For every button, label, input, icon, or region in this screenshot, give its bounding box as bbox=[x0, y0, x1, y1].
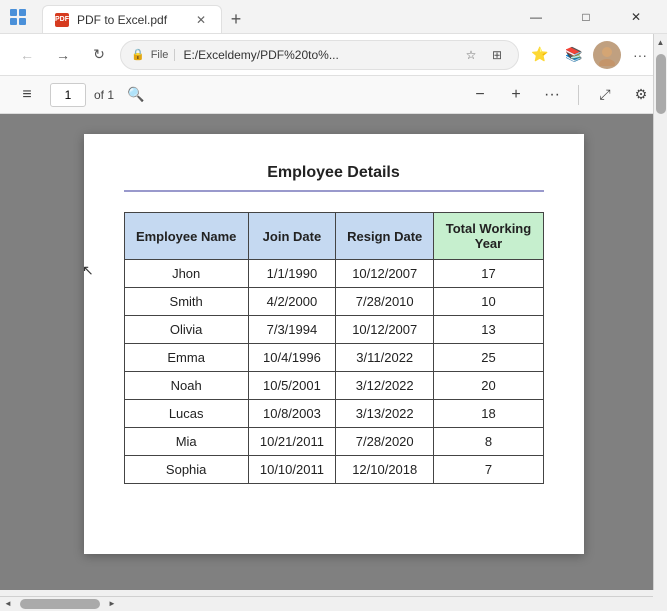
col-header-resign: Resign Date bbox=[336, 213, 434, 260]
cell-name-4: Noah bbox=[124, 372, 248, 400]
cell-join-5: 10/8/2003 bbox=[248, 400, 335, 428]
cell-join-1: 4/2/2000 bbox=[248, 288, 335, 316]
collection-icon[interactable]: ⊞ bbox=[486, 44, 508, 66]
cell-name-6: Mia bbox=[124, 428, 248, 456]
table-row: Smith4/2/20007/28/201010 bbox=[124, 288, 543, 316]
cell-years-2: 13 bbox=[434, 316, 543, 344]
minimize-button[interactable]: — bbox=[513, 0, 559, 34]
refresh-button[interactable]: ↻ bbox=[84, 40, 114, 70]
protocol-label: File bbox=[151, 49, 176, 61]
address-url: E:/Exceldemy/PDF%20to%... bbox=[183, 48, 454, 62]
address-bar[interactable]: 🔒 File E:/Exceldemy/PDF%20to%... ☆ ⊞ bbox=[120, 40, 519, 70]
maximize-button[interactable]: □ bbox=[563, 0, 609, 34]
window-controls-right: — □ ✕ bbox=[513, 0, 659, 34]
scrollbar-right[interactable]: ▲ bbox=[653, 34, 667, 590]
scroll-left-arrow[interactable]: ◄ bbox=[0, 597, 16, 611]
cell-resign-0: 10/12/2007 bbox=[336, 260, 434, 288]
pdf-page: Employee Details Employee Name Join Date… bbox=[84, 134, 584, 554]
page-total-label: of 1 bbox=[94, 88, 114, 102]
cell-join-2: 7/3/1994 bbox=[248, 316, 335, 344]
cell-years-6: 8 bbox=[434, 428, 543, 456]
profile-button[interactable] bbox=[593, 41, 621, 69]
zoom-in-button[interactable]: + bbox=[502, 81, 530, 109]
zoom-out-button[interactable]: − bbox=[466, 81, 494, 109]
cell-resign-7: 12/10/2018 bbox=[336, 456, 434, 484]
browser-icon bbox=[8, 7, 28, 27]
pdf-settings-button[interactable]: ⚙ bbox=[627, 81, 655, 109]
table-row: Lucas10/8/20033/13/202218 bbox=[124, 400, 543, 428]
cell-name-0: Jhon bbox=[124, 260, 248, 288]
cell-years-5: 18 bbox=[434, 400, 543, 428]
active-tab[interactable]: PDF PDF to Excel.pdf ✕ bbox=[42, 5, 222, 33]
pdf-tab-icon: PDF bbox=[55, 13, 69, 27]
scrollbar-bottom[interactable]: ◄ ► bbox=[0, 596, 653, 610]
pdf-expand-button[interactable]: ⤢ bbox=[591, 81, 619, 109]
nav-extra: ⭐ 📚 ··· bbox=[525, 40, 655, 70]
cell-name-2: Olivia bbox=[124, 316, 248, 344]
cell-name-3: Emma bbox=[124, 344, 248, 372]
cell-resign-5: 3/13/2022 bbox=[336, 400, 434, 428]
lock-icon: 🔒 bbox=[131, 48, 145, 61]
cell-join-0: 1/1/1990 bbox=[248, 260, 335, 288]
cell-join-4: 10/5/2001 bbox=[248, 372, 335, 400]
scroll-up-arrow[interactable]: ▲ bbox=[654, 34, 667, 50]
cell-years-7: 7 bbox=[434, 456, 543, 484]
scroll-right-arrow[interactable]: ► bbox=[104, 597, 120, 611]
scroll-thumb[interactable] bbox=[656, 54, 666, 114]
pdf-more-options-button[interactable]: ··· bbox=[538, 81, 566, 109]
forward-button[interactable]: → bbox=[48, 40, 78, 70]
cell-join-6: 10/21/2011 bbox=[248, 428, 335, 456]
table-header-row: Employee Name Join Date Resign Date Tota… bbox=[124, 213, 543, 260]
window-controls-left bbox=[8, 7, 34, 27]
cell-years-4: 20 bbox=[434, 372, 543, 400]
page-number-input[interactable] bbox=[50, 83, 86, 107]
cell-resign-4: 3/12/2022 bbox=[336, 372, 434, 400]
cell-resign-2: 10/12/2007 bbox=[336, 316, 434, 344]
cell-resign-6: 7/28/2020 bbox=[336, 428, 434, 456]
close-button[interactable]: ✕ bbox=[613, 0, 659, 34]
table-row: Sophia10/10/201112/10/20187 bbox=[124, 456, 543, 484]
col-header-name: Employee Name bbox=[124, 213, 248, 260]
cell-name-7: Sophia bbox=[124, 456, 248, 484]
cell-years-3: 25 bbox=[434, 344, 543, 372]
nav-bar: ← → ↻ 🔒 File E:/Exceldemy/PDF%20to%... ☆… bbox=[0, 34, 667, 76]
star-icon[interactable]: ☆ bbox=[460, 44, 482, 66]
table-row: Mia10/21/20117/28/20208 bbox=[124, 428, 543, 456]
pdf-document-title: Employee Details bbox=[124, 164, 544, 192]
cell-years-1: 10 bbox=[434, 288, 543, 316]
cell-years-0: 17 bbox=[434, 260, 543, 288]
employee-table: Employee Name Join Date Resign Date Tota… bbox=[124, 212, 544, 484]
cell-name-1: Smith bbox=[124, 288, 248, 316]
table-body: Jhon1/1/199010/12/200717Smith4/2/20007/2… bbox=[124, 260, 543, 484]
tab-bar: PDF PDF to Excel.pdf ✕ + bbox=[42, 0, 505, 33]
tab-close-button[interactable]: ✕ bbox=[193, 12, 209, 28]
pdf-menu-button[interactable]: ≡ bbox=[12, 80, 42, 110]
back-button[interactable]: ← bbox=[12, 40, 42, 70]
cell-resign-3: 3/11/2022 bbox=[336, 344, 434, 372]
cell-resign-1: 7/28/2010 bbox=[336, 288, 434, 316]
collections-button[interactable]: 📚 bbox=[559, 40, 589, 70]
table-row: Emma10/4/19963/11/202225 bbox=[124, 344, 543, 372]
toolbar-divider bbox=[578, 85, 579, 105]
table-row: Olivia7/3/199410/12/200713 bbox=[124, 316, 543, 344]
new-tab-button[interactable]: + bbox=[222, 5, 250, 33]
favorites-button[interactable]: ⭐ bbox=[525, 40, 555, 70]
cell-join-3: 10/4/1996 bbox=[248, 344, 335, 372]
title-bar: PDF PDF to Excel.pdf ✕ + — □ ✕ bbox=[0, 0, 667, 34]
more-button[interactable]: ··· bbox=[625, 40, 655, 70]
table-row: Jhon1/1/199010/12/200717 bbox=[124, 260, 543, 288]
cell-name-5: Lucas bbox=[124, 400, 248, 428]
pdf-toolbar: ≡ of 1 🔍 − + ··· ⤢ ⚙ bbox=[0, 76, 667, 114]
col-header-years: Total WorkingYear bbox=[434, 213, 543, 260]
tab-title: PDF to Excel.pdf bbox=[77, 13, 185, 27]
table-row: Noah10/5/20013/12/202220 bbox=[124, 372, 543, 400]
col-header-join: Join Date bbox=[248, 213, 335, 260]
scroll-h-thumb[interactable] bbox=[20, 599, 100, 609]
pdf-search-button[interactable]: 🔍 bbox=[122, 81, 150, 109]
address-icons: ☆ ⊞ bbox=[460, 44, 508, 66]
pdf-content: Employee Details Employee Name Join Date… bbox=[0, 114, 667, 590]
scroll-corner bbox=[653, 596, 667, 610]
cell-join-7: 10/10/2011 bbox=[248, 456, 335, 484]
